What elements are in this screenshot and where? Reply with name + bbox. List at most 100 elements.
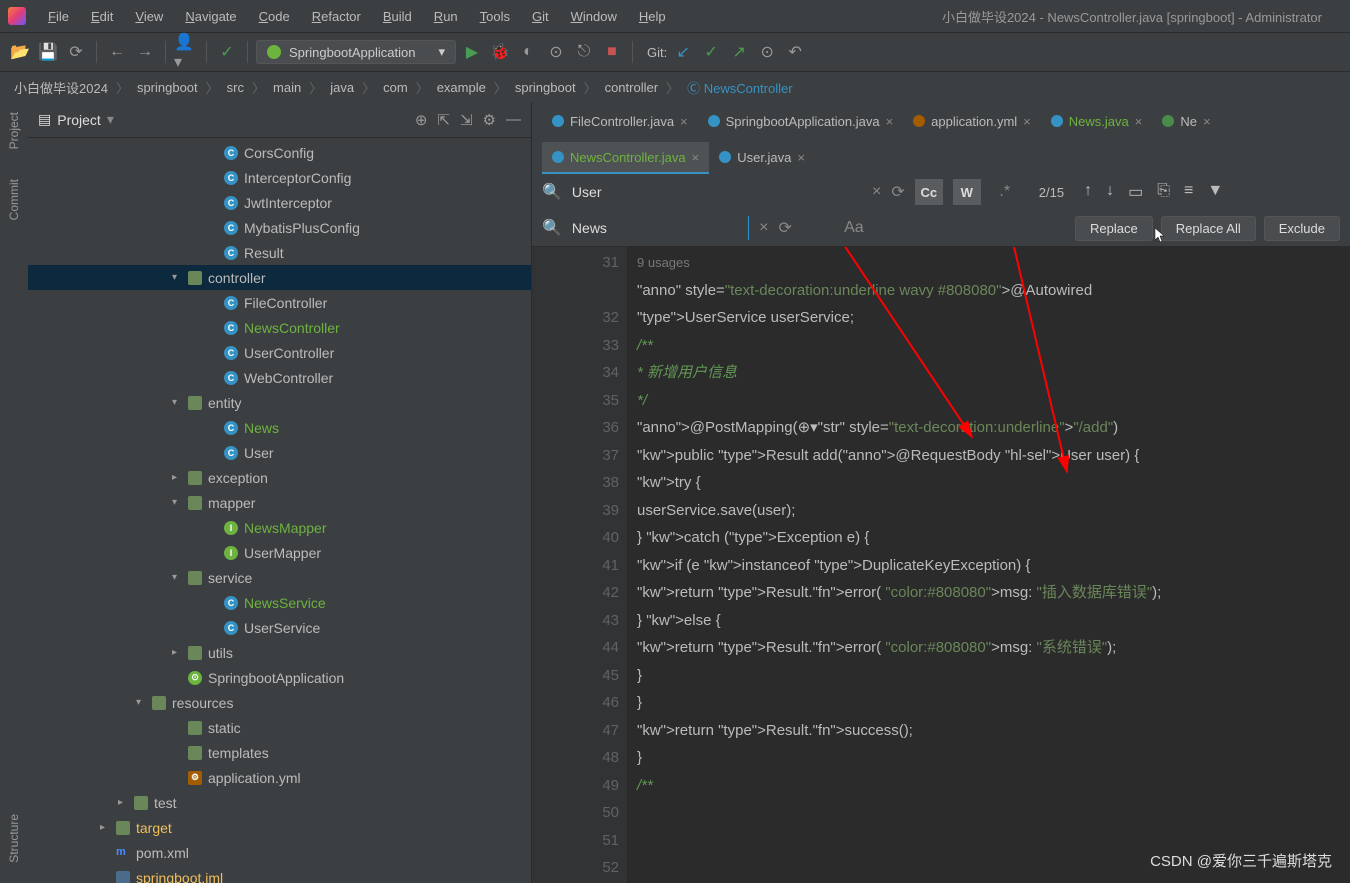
tree-item[interactable]: ▾resources	[28, 690, 531, 715]
user-icon[interactable]: 👤▾	[174, 40, 198, 64]
tree-item[interactable]: CUserService	[28, 615, 531, 640]
regex-button[interactable]: .*	[991, 179, 1019, 205]
tree-item[interactable]: ⚙application.yml	[28, 765, 531, 790]
editor-tab[interactable]: News.java×	[1041, 106, 1153, 138]
clear-replace-icon[interactable]: ×	[759, 219, 768, 237]
tree-item[interactable]: ▸utils	[28, 640, 531, 665]
tree-item[interactable]: CCorsConfig	[28, 140, 531, 165]
git-pull-icon[interactable]: ↙	[671, 40, 695, 64]
menu-refactor[interactable]: Refactor	[302, 5, 371, 28]
editor-tab[interactable]: application.yml×	[903, 106, 1041, 138]
tree-item[interactable]: CNewsService	[28, 590, 531, 615]
tree-item[interactable]: CResult	[28, 240, 531, 265]
tree-item[interactable]: ⊙SpringbootApplication	[28, 665, 531, 690]
reload-icon[interactable]: ⟳	[64, 40, 88, 64]
structure-tool-tab[interactable]: Structure	[7, 814, 21, 863]
history-find-icon[interactable]: ⟳	[891, 182, 904, 202]
git-push-icon[interactable]: ↗	[727, 40, 751, 64]
breadcrumb-item[interactable]: java	[326, 80, 358, 95]
menu-file[interactable]: File	[38, 5, 79, 28]
editor-tab[interactable]: Ne×	[1152, 106, 1220, 138]
tree-item[interactable]: springboot.iml	[28, 865, 531, 883]
vcs-update-icon[interactable]: ✓	[215, 40, 239, 64]
project-tree[interactable]: CCorsConfigCInterceptorConfigCJwtInterce…	[28, 138, 531, 883]
tree-item[interactable]: ▾service	[28, 565, 531, 590]
commit-tool-tab[interactable]: Commit	[7, 179, 21, 220]
git-revert-icon[interactable]: ↶	[783, 40, 807, 64]
breadcrumb-item[interactable]: example	[433, 80, 490, 95]
tree-item[interactable]: ▸exception	[28, 465, 531, 490]
tree-item[interactable]: CFileController	[28, 290, 531, 315]
replace-all-button[interactable]: Replace All	[1161, 216, 1256, 241]
back-icon[interactable]: ←	[105, 40, 129, 64]
git-commit-icon[interactable]: ✓	[699, 40, 723, 64]
save-icon[interactable]: 💾	[36, 40, 60, 64]
tree-item[interactable]: CUser	[28, 440, 531, 465]
editor-tab[interactable]: User.java×	[709, 142, 815, 174]
tree-item[interactable]: CInterceptorConfig	[28, 165, 531, 190]
forward-icon[interactable]: →	[133, 40, 157, 64]
tree-item[interactable]: static	[28, 715, 531, 740]
next-match-icon[interactable]: ↓	[1106, 182, 1114, 202]
words-button[interactable]: W	[953, 179, 981, 205]
breadcrumb-item[interactable]: controller	[601, 80, 662, 95]
expand-all-icon[interactable]: ⇱	[437, 111, 450, 129]
tree-item[interactable]: CWebController	[28, 365, 531, 390]
tree-item[interactable]: CNewsController	[28, 315, 531, 340]
tree-item[interactable]: IUserMapper	[28, 540, 531, 565]
open-icon[interactable]: 📂	[8, 40, 32, 64]
settings-icon[interactable]: ⚙	[483, 111, 496, 129]
select-all-icon[interactable]: ▭	[1128, 182, 1143, 202]
hide-icon[interactable]: —	[506, 111, 521, 129]
match-case-button[interactable]: Cc	[915, 179, 943, 205]
tree-item[interactable]: CNews	[28, 415, 531, 440]
breadcrumb-item[interactable]: com	[379, 80, 412, 95]
tree-item[interactable]: ▾mapper	[28, 490, 531, 515]
editor-tab[interactable]: FileController.java×	[542, 106, 698, 138]
tree-item[interactable]: ▸test	[28, 790, 531, 815]
collapse-all-icon[interactable]: ⇲	[460, 111, 473, 129]
editor-tab[interactable]: SpringbootApplication.java×	[698, 106, 904, 138]
breadcrumb-item[interactable]: src	[223, 80, 248, 95]
find-input[interactable]	[568, 180, 862, 204]
menu-window[interactable]: Window	[561, 5, 627, 28]
menu-run[interactable]: Run	[424, 5, 468, 28]
coverage-icon[interactable]: ◐	[516, 40, 540, 64]
settings-find-icon[interactable]: ≡	[1184, 182, 1193, 202]
prev-match-icon[interactable]: ↑	[1084, 182, 1092, 202]
breadcrumb-item[interactable]: main	[269, 80, 305, 95]
debug-icon[interactable]: 🐞	[488, 40, 512, 64]
breadcrumb-item[interactable]: springboot	[511, 80, 580, 95]
profile-icon[interactable]: ⊙	[544, 40, 568, 64]
run-config-dropdown[interactable]: SpringbootApplication ▾	[256, 40, 456, 64]
menu-tools[interactable]: Tools	[470, 5, 520, 28]
tree-item[interactable]: ▾entity	[28, 390, 531, 415]
new-window-icon[interactable]: ⎘	[1157, 182, 1170, 202]
attach-icon[interactable]: ⎋	[572, 40, 596, 64]
project-tool-tab[interactable]: Project	[7, 112, 21, 149]
menu-edit[interactable]: Edit	[81, 5, 123, 28]
menu-git[interactable]: Git	[522, 5, 559, 28]
tree-item[interactable]: templates	[28, 740, 531, 765]
exclude-button[interactable]: Exclude	[1264, 216, 1340, 241]
select-opened-icon[interactable]: ⊕	[415, 111, 428, 129]
history-replace-icon[interactable]: ⟳	[778, 218, 791, 238]
filter-icon[interactable]: ▼	[1207, 182, 1223, 202]
run-icon[interactable]: ▶	[460, 40, 484, 64]
replace-button[interactable]: Replace	[1075, 216, 1153, 241]
stop-icon[interactable]: ■	[600, 40, 624, 64]
tree-item[interactable]: mpom.xml	[28, 840, 531, 865]
clear-find-icon[interactable]: ×	[872, 183, 881, 201]
preserve-case-button[interactable]: Aa	[840, 215, 868, 241]
tree-item[interactable]: INewsMapper	[28, 515, 531, 540]
tree-item[interactable]: CUserController	[28, 340, 531, 365]
replace-input[interactable]	[568, 216, 749, 240]
code-editor[interactable]: 31 3233343536373839404142434445464748495…	[532, 247, 1350, 883]
tree-item[interactable]: CMybatisPlusConfig	[28, 215, 531, 240]
menu-help[interactable]: Help	[629, 5, 676, 28]
breadcrumb-item[interactable]: Ⓒ NewsController	[683, 78, 797, 97]
menu-navigate[interactable]: Navigate	[175, 5, 246, 28]
menu-view[interactable]: View	[125, 5, 173, 28]
git-history-icon[interactable]: ⊙	[755, 40, 779, 64]
tree-item[interactable]: CJwtInterceptor	[28, 190, 531, 215]
